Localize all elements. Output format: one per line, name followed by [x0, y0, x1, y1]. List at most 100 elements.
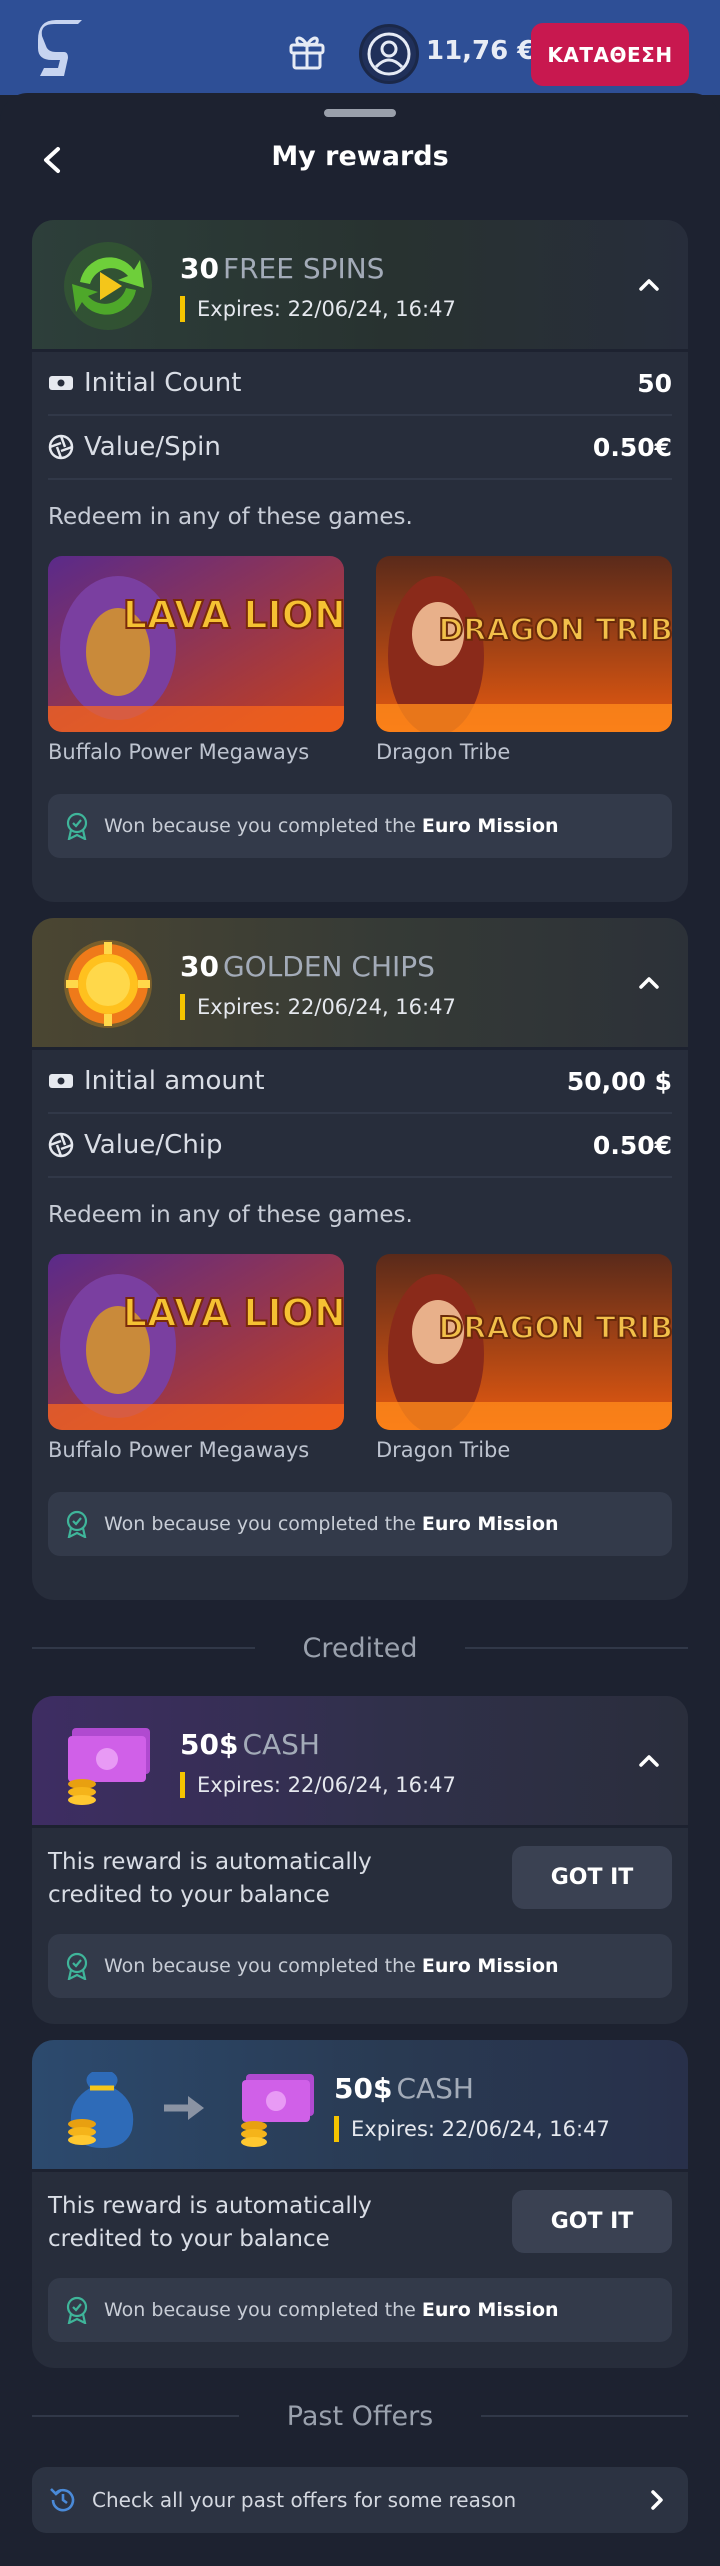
reward-header[interactable]: 30 GOLDEN CHIPS Expires: 22/06/24, 16:47	[32, 918, 688, 1050]
mission-name: Euro Mission	[421, 1955, 559, 1977]
reward-title: 30 FREE SPINS	[180, 252, 384, 285]
reward-quantity: 30	[180, 950, 219, 983]
redeem-text: Redeem in any of these games.	[48, 1202, 413, 1228]
game-thumbnail[interactable]: LAVA LIONS	[48, 1254, 344, 1430]
stat-value: 0.50€	[592, 432, 672, 462]
reward-card-golden-chips: 30 GOLDEN CHIPS Expires: 22/06/24, 16:47 …	[32, 918, 688, 1600]
stat-row-initial-amount: Initial amount 50,00 $	[48, 1050, 672, 1114]
reward-header[interactable]: 50$ CASH Expires: 22/06/24, 16:47	[32, 1696, 688, 1828]
won-reason: Won because you completed the Euro Missio…	[48, 794, 672, 858]
game-name: Dragon Tribe	[376, 1438, 511, 1462]
auto-credit-text: This reward is automatically credited to…	[48, 1849, 372, 1908]
reward-quantity: 50$	[180, 1728, 239, 1761]
reward-title: 50$ CASH	[180, 1728, 320, 1761]
aperture-icon	[48, 1132, 74, 1158]
reward-title: 30 GOLDEN CHIPS	[180, 950, 435, 983]
won-text: Won because you completed the	[104, 815, 416, 837]
game-tile[interactable]: LAVA LIONS Buffalo Power Megaways	[48, 556, 344, 764]
game-thumbnail[interactable]: LAVA LIONS	[48, 556, 344, 732]
history-icon	[50, 2488, 75, 2512]
auto-credit-row: This reward is automatically credited to…	[48, 1828, 672, 1928]
expiry-date: Expires: 22/06/24, 16:47	[334, 2116, 610, 2142]
auto-credit-text: This reward is automatically credited to…	[48, 2193, 372, 2252]
user-icon	[367, 32, 411, 76]
game-art-text: DRAGON TRIBE	[439, 1311, 673, 1346]
stat-label: Initial Count	[84, 368, 242, 398]
reward-title: 50$ CASH	[334, 2072, 474, 2105]
game-thumbnail[interactable]: DRAGON TRIBE	[376, 556, 672, 732]
chevron-right-icon	[651, 2490, 663, 2510]
chevron-up-icon[interactable]	[636, 1748, 662, 1774]
logo[interactable]	[34, 20, 88, 80]
expiry-date: Expires: 22/06/24, 16:47	[180, 296, 456, 322]
badge-icon	[66, 2296, 88, 2324]
drag-handle[interactable]	[324, 109, 396, 117]
game-art-text: LAVA LIONS	[123, 593, 344, 637]
expiry-date: Expires: 22/06/24, 16:47	[180, 1772, 456, 1798]
deposit-button[interactable]: ΚΑΤΑΘΕΣΗ	[531, 23, 689, 86]
cash-stack-icon	[68, 1728, 150, 1805]
reward-header[interactable]: 30 FREE SPINS Expires: 22/06/24, 16:47	[32, 220, 688, 352]
chevron-up-icon[interactable]	[636, 970, 662, 996]
game-name: Dragon Tribe	[376, 740, 511, 764]
ticket-icon	[49, 376, 73, 390]
stat-label: Value/Spin	[84, 432, 221, 462]
games-list: LAVA LIONS Buffalo Power Megaways DRAGON…	[48, 556, 672, 764]
reward-card-free-spins: 30 FREE SPINS Expires: 22/06/24, 16:47 In…	[32, 220, 688, 902]
section-label: Credited	[302, 1632, 418, 1664]
credited-divider: Credited	[32, 1628, 689, 1668]
stat-row-value-per-chip: Value/Chip 0.50€	[48, 1114, 672, 1178]
aperture-icon	[48, 434, 74, 460]
stat-label: Initial amount	[84, 1066, 265, 1096]
reward-quantity: 50$	[334, 2072, 393, 2105]
game-name: Buffalo Power Megaways	[48, 1438, 310, 1462]
section-label: Past Offers	[286, 2400, 434, 2432]
reward-type: CASH	[242, 1728, 320, 1761]
money-bag-to-cash-icon	[68, 2072, 314, 2148]
reward-quantity: 30	[180, 252, 219, 285]
mission-name: Euro Mission	[421, 2299, 559, 2321]
stat-value: 0.50€	[592, 1130, 672, 1160]
reward-type: GOLDEN CHIPS	[222, 950, 435, 983]
past-offers-link[interactable]: Check all your past offers for some reas…	[32, 2467, 688, 2533]
game-thumbnail[interactable]: DRAGON TRIBE	[376, 1254, 672, 1430]
badge-icon	[66, 1510, 88, 1538]
reward-header: 50$ CASH Expires: 22/06/24, 16:47	[32, 2040, 688, 2172]
won-reason: Won because you completed the Euro Missio…	[48, 2278, 672, 2342]
won-reason: Won because you completed the Euro Missio…	[48, 1934, 672, 1998]
won-text: Won because you completed the	[104, 1955, 416, 1977]
won-text: Won because you completed the	[104, 2299, 416, 2321]
game-name: Buffalo Power Megaways	[48, 740, 310, 764]
game-tile[interactable]: DRAGON TRIBE Dragon Tribe	[376, 556, 672, 764]
won-text: Won because you completed the	[104, 1513, 416, 1535]
stat-row-initial-count: Initial Count 50	[48, 352, 672, 416]
gift-icon[interactable]	[286, 30, 328, 72]
stat-label: Value/Chip	[84, 1130, 223, 1160]
got-it-button[interactable]: GOT IT	[512, 2190, 672, 2253]
reward-type: CASH	[396, 2072, 474, 2105]
stat-row-value-per-spin: Value/Spin 0.50€	[48, 416, 672, 480]
avatar[interactable]	[359, 24, 419, 84]
ticket-icon	[49, 1074, 73, 1088]
game-tile[interactable]: DRAGON TRIBE Dragon Tribe	[376, 1254, 672, 1462]
mission-name: Euro Mission	[421, 1513, 559, 1535]
past-offers-divider: Past Offers	[32, 2396, 689, 2436]
auto-credit-row: This reward is automatically credited to…	[48, 2172, 672, 2272]
badge-icon	[66, 812, 88, 840]
expiry-date: Expires: 22/06/24, 16:47	[180, 994, 456, 1020]
page-title: My rewards	[271, 141, 449, 172]
game-tile[interactable]: LAVA LIONS Buffalo Power Megaways	[48, 1254, 344, 1462]
balance[interactable]: 11,76 €	[426, 36, 535, 66]
reward-card-cash-converted: 50$ CASH Expires: 22/06/24, 16:47 This re…	[32, 2040, 688, 2368]
games-list: LAVA LIONS Buffalo Power Megaways DRAGON…	[48, 1254, 672, 1462]
won-reason: Won because you completed the Euro Missio…	[48, 1492, 672, 1556]
badge-icon	[66, 1952, 88, 1980]
got-it-button[interactable]: GOT IT	[512, 1846, 672, 1909]
reward-type: FREE SPINS	[222, 252, 385, 285]
stat-value: 50	[637, 368, 672, 398]
chevron-up-icon[interactable]	[636, 272, 662, 298]
top-bar: 11,76 € ΚΑΤΑΘΕΣΗ	[0, 0, 720, 95]
free-spins-icon	[64, 242, 152, 330]
golden-chip-icon	[64, 940, 152, 1028]
redeem-text: Redeem in any of these games.	[48, 504, 413, 530]
